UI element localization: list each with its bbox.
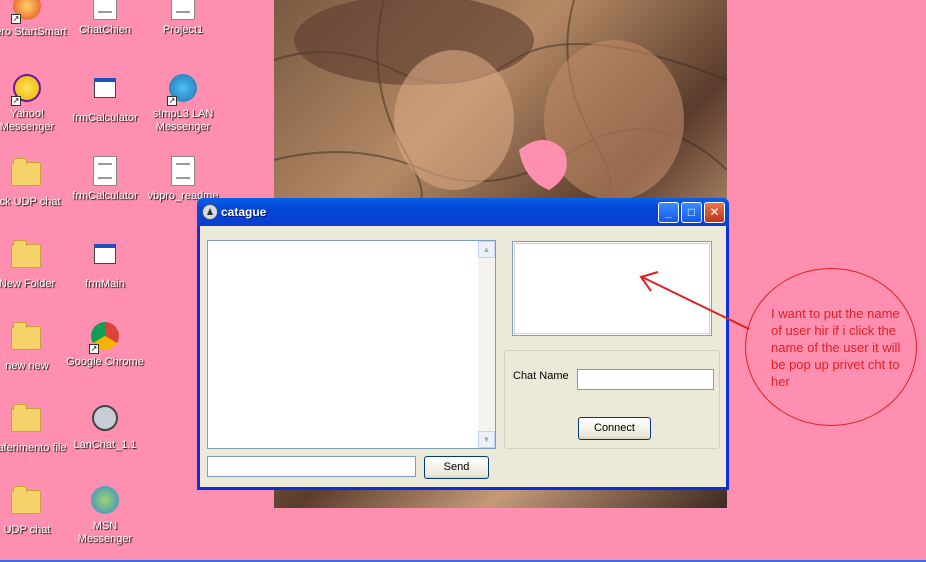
window-client-area: ▲ ▼ Chat Name Connect Send [200, 226, 726, 487]
desktop-icon[interactable]: frmMain [65, 238, 145, 291]
globe-icon: ↗ [167, 74, 199, 106]
catague-window[interactable]: catague _ □ ✕ ▲ ▼ Chat Name Connect Send [197, 198, 729, 490]
title-bar[interactable]: catague _ □ ✕ [197, 198, 729, 226]
chrome-icon: ↗ [89, 322, 121, 354]
vb-doc-icon [89, 156, 121, 188]
desktop-icon[interactable]: vbpro_readme [143, 156, 223, 203]
window-title: catague [221, 205, 267, 219]
desktop-icon[interactable]: frmCalculator [65, 72, 145, 125]
desktop-icon[interactable]: Traferimento file [0, 402, 67, 455]
desktop-icon[interactable]: new new [0, 320, 67, 373]
desktop-icon[interactable]: ack UDP chat [0, 156, 67, 209]
text-doc-icon [167, 156, 199, 188]
vb-doc-icon [167, 0, 199, 22]
desktop-icon[interactable]: ↗ s!mpL3 LAN Messenger [143, 72, 223, 134]
user-list[interactable] [512, 241, 712, 336]
desktop-icon[interactable]: ↗ Yahoo! Messenger [0, 72, 67, 134]
desktop-icon[interactable]: frmCalculator [65, 156, 145, 203]
desktop-icon[interactable]: ChatChien [65, 0, 145, 37]
chat-name-label: Chat Name [513, 370, 569, 382]
chat-name-field[interactable] [577, 369, 714, 390]
vb-form-icon [89, 244, 121, 276]
yahoo-messenger-icon: ↗ [11, 74, 43, 106]
vb-doc-icon [89, 0, 121, 22]
folder-icon [11, 322, 43, 358]
close-button[interactable]: ✕ [704, 202, 725, 223]
annotation-note: I want to put the name of user hir if i … [771, 306, 901, 389]
desktop-icon[interactable]: New Folder [0, 238, 67, 291]
folder-icon [11, 158, 43, 194]
connect-button[interactable]: Connect [578, 417, 651, 440]
message-input[interactable] [207, 456, 416, 477]
folder-icon [11, 240, 43, 276]
send-button[interactable]: Send [424, 456, 489, 479]
desktop-icon[interactable]: MSN Messenger [65, 484, 145, 546]
chat-scrollbar[interactable]: ▲ ▼ [478, 241, 495, 448]
desktop-icon[interactable]: ↗ Google Chrome [65, 320, 145, 369]
lanchat-icon [89, 405, 121, 437]
minimize-button[interactable]: _ [658, 202, 679, 223]
chat-messages-area[interactable]: ▲ ▼ [207, 240, 496, 449]
connection-groupbox: Chat Name Connect [504, 350, 720, 449]
folder-icon [11, 404, 43, 440]
desktop-icon[interactable]: Project1 [143, 0, 223, 37]
desktop-icon[interactable]: LanChat_1.1 [65, 402, 145, 452]
msn-messenger-icon [89, 486, 121, 518]
scroll-down-arrow-icon[interactable]: ▼ [478, 431, 495, 448]
desktop-icon[interactable]: ↗ Nero StartSmart [0, 0, 67, 39]
desktop-icon[interactable]: UDP chat [0, 484, 67, 537]
app-icon [202, 204, 218, 220]
nero-icon: ↗ [11, 0, 43, 24]
vb-form-icon [89, 78, 121, 110]
maximize-button[interactable]: □ [681, 202, 702, 223]
folder-icon [11, 486, 43, 522]
scroll-up-arrow-icon[interactable]: ▲ [478, 241, 495, 258]
